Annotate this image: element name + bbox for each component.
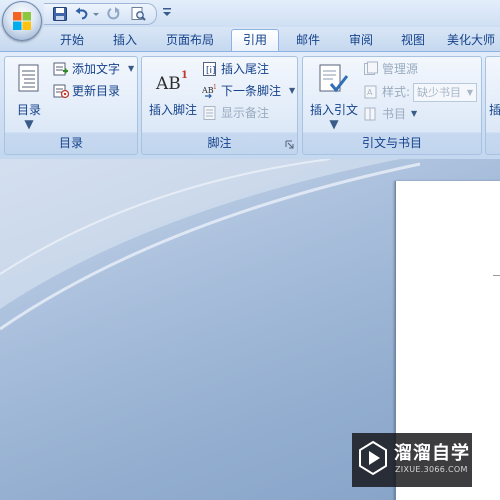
add-text-button[interactable]: 添加文字 ▼ (53, 59, 139, 79)
toc-group: 目录 ▼ 添加文字 ▼ 更新目录 目录 (4, 56, 138, 155)
undo-icon[interactable] (74, 6, 90, 22)
ribbon: 目录 ▼ 添加文字 ▼ 更新目录 目录 AB 1 插入脚注 [i] 插入尾注 A… (0, 51, 500, 161)
citation-style-value: 缺少书目 (417, 86, 461, 99)
svg-text:[i]: [i] (206, 66, 216, 76)
svg-text:1: 1 (213, 84, 217, 91)
style-label-group: A 样式: (363, 82, 413, 102)
insert-endnote-button[interactable]: [i] 插入尾注 (202, 59, 292, 79)
add-text-dropdown-icon: ▼ (128, 64, 135, 73)
office-button[interactable] (2, 1, 42, 41)
svg-text:1: 1 (181, 70, 188, 81)
update-toc-label: 更新目录 (72, 84, 121, 98)
save-icon[interactable] (52, 6, 68, 22)
style-label: 样式: (382, 85, 411, 99)
show-notes-icon (203, 106, 216, 120)
next-footnote-label: 下一条脚注 (221, 84, 282, 98)
tab-mailings[interactable]: 邮件 (286, 30, 330, 51)
bibliography-label: 书目 (382, 107, 407, 121)
customize-dropdown-icon[interactable] (160, 5, 174, 19)
undo-dropdown-icon[interactable] (92, 6, 100, 22)
insert-footnote-label: 插入脚注 (148, 103, 197, 117)
footnote-ab-icon: AB 1 (155, 70, 188, 93)
bibliography-dropdown-icon: ▼ (411, 109, 418, 118)
tab-references[interactable]: 引用 (231, 29, 279, 52)
next-footnote-button[interactable]: AB 1 下一条脚注 ▼ (202, 81, 298, 101)
footnote-group: AB 1 插入脚注 [i] 插入尾注 AB 1 下一条脚注 ▼ 显示备注 脚注 (141, 56, 298, 155)
toc-dropdown-icon: ▼ (24, 117, 34, 131)
tab-insert[interactable]: 插入 (104, 30, 146, 51)
insert-endnote-label: 插入尾注 (221, 62, 270, 76)
toc-group-label: 目录 (58, 136, 83, 150)
citation-style-dropdown-icon: ▼ (466, 88, 473, 97)
insert-citation-label: 插入引文 (309, 103, 358, 117)
update-toc-icon (53, 84, 69, 99)
toc-button-label: 目录 (16, 103, 41, 117)
footnote-group-label: 脚注 (207, 136, 232, 150)
margin-marker (493, 275, 500, 276)
next-footnote-icon: AB 1 (202, 84, 217, 99)
next-footnote-dropdown-icon: ▼ (289, 86, 296, 95)
bibliography-button[interactable]: 书目 ▼ (363, 104, 427, 124)
tab-review[interactable]: 审阅 (340, 30, 382, 51)
tab-page-layout[interactable]: 页面布局 (156, 30, 224, 51)
insert-citation-icon (319, 64, 349, 93)
play-logo-icon (359, 440, 387, 476)
style-icon: A (364, 85, 377, 99)
add-text-label: 添加文字 (72, 62, 121, 76)
update-toc-button[interactable]: 更新目录 (53, 81, 133, 101)
redo-icon[interactable] (106, 6, 122, 22)
tab-view[interactable]: 视图 (391, 30, 435, 51)
watermark-url: ZIXUE.3066.COM (395, 465, 468, 474)
bibliography-icon (364, 107, 376, 121)
citation-group-label: 引文与书目 (361, 136, 422, 150)
footnote-dialog-launcher-icon[interactable] (285, 140, 294, 149)
insert-citation-dropdown-icon: ▼ (329, 117, 339, 131)
citation-style-select[interactable]: 缺少书目 ▼ (413, 83, 477, 102)
print-preview-icon[interactable] (130, 6, 146, 22)
insert-footnote-button[interactable]: AB 1 插入脚注 (145, 61, 201, 129)
manage-sources-button[interactable]: 管理源 (363, 59, 433, 79)
show-notes-label: 显示备注 (221, 106, 270, 120)
svg-text:A: A (367, 88, 373, 97)
watermark-title: 溜溜自学 (394, 443, 470, 464)
manage-sources-label: 管理源 (382, 62, 419, 76)
insert-citation-button[interactable]: 插入引文 ▼ (306, 61, 362, 131)
add-text-icon (53, 62, 68, 76)
tab-beautify-master[interactable]: 美化大师 (447, 30, 500, 51)
insert-caption-button-partial[interactable]: 插 (489, 61, 500, 129)
tab-home[interactable]: 开始 (50, 30, 94, 51)
ribbon-tab-bar: 开始 插入 页面布局 引用 邮件 审阅 视图 美化大师 (0, 27, 500, 52)
svg-text:AB: AB (155, 74, 181, 93)
office-logo-icon (13, 12, 31, 30)
svg-text:AB: AB (202, 86, 214, 95)
manage-sources-icon (364, 61, 378, 75)
overflow-button-label: 插 (489, 103, 500, 117)
citation-group: 插入引文 ▼ 管理源 A 样式: 缺少书目 ▼ 书目 ▼ 引文与书目 (302, 56, 482, 155)
site-watermark: 溜溜自学 ZIXUE.3066.COM (352, 433, 472, 487)
show-notes-button[interactable]: 显示备注 (202, 103, 282, 123)
quick-access-toolbar (44, 3, 157, 25)
captions-group-partial: 插 (485, 56, 500, 155)
insert-endnote-icon: [i] (203, 62, 216, 76)
title-bar (0, 0, 500, 27)
table-of-contents-icon (18, 64, 39, 92)
toc-button[interactable]: 目录 ▼ (9, 61, 49, 131)
